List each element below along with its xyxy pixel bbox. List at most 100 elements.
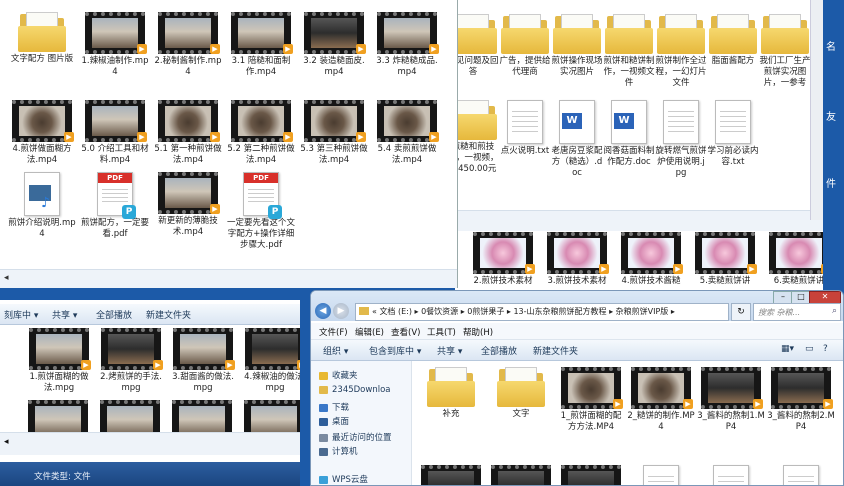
file-item[interactable]: ▶ bbox=[417, 465, 485, 485]
top-status-strip: ◂ bbox=[0, 269, 457, 288]
view-options-icon[interactable]: ▦▾ bbox=[781, 344, 794, 354]
file-item[interactable]: ▶ 3.甜面酱的做法.mpg bbox=[168, 328, 238, 394]
file-item[interactable]: ▶ 2.烤煎饼的手法.mpg bbox=[96, 328, 166, 394]
file-item[interactable]: ▶ 2.煎饼技术素材 bbox=[469, 232, 537, 287]
front-explorer-window[interactable]: – □ ✕ ◀ ▶ « 文档 (E:) ▸ 0餐饮资源 ▸ 0煎饼果子 ▸ 13… bbox=[310, 290, 844, 486]
menu-view[interactable]: 查看(V) bbox=[391, 326, 420, 338]
file-item[interactable]: 煎饼操作现场实况图片 bbox=[551, 14, 603, 78]
file-item[interactable]: ▶ 3.3 炸糙糙成品.mp4 bbox=[373, 12, 441, 78]
file-item[interactable] bbox=[627, 465, 695, 485]
nav-item[interactable]: 最近访问的位置 bbox=[319, 431, 392, 443]
file-name: 1.辣椒油制作.mp4 bbox=[81, 56, 149, 77]
file-item[interactable]: ▶ 5.1 第一种煎饼做法.mp4 bbox=[154, 100, 222, 166]
back-scrollbar[interactable] bbox=[810, 0, 823, 220]
nav-item[interactable]: 2345Downloa bbox=[319, 385, 391, 395]
menu-tools[interactable]: 工具(T) bbox=[427, 326, 456, 338]
file-item[interactable]: ▶ 5.4 卖煎煎饼做法.mp4 bbox=[373, 100, 441, 166]
file-item[interactable]: 点火说明.txt bbox=[499, 100, 551, 157]
menu-edit[interactable]: 编辑(E) bbox=[355, 326, 384, 338]
file-item[interactable]: 广告，提供给代理商 bbox=[499, 14, 551, 78]
search-placeholder: 搜索 杂粮... bbox=[758, 308, 801, 317]
nav-item[interactable]: 收藏夹 bbox=[319, 369, 358, 381]
file-item[interactable]: 煎糙和煎技术，一视频，一450.00元 bbox=[455, 100, 499, 175]
file-item[interactable] bbox=[767, 465, 835, 485]
file-item[interactable]: ▶ 3.2 装造糙面皮.mp4 bbox=[300, 12, 368, 78]
file-item[interactable]: ▶ 5.2 第二种煎饼做法.mp4 bbox=[227, 100, 295, 166]
toolbar-play-all[interactable]: 全部播放 bbox=[481, 344, 517, 357]
text-file-icon bbox=[783, 465, 819, 485]
back-status-strip bbox=[455, 210, 823, 231]
toolbar-include-library[interactable]: 包含到库中 ▾ bbox=[369, 344, 421, 357]
help-icon[interactable]: ? bbox=[823, 344, 828, 354]
text-file-icon bbox=[715, 100, 751, 144]
file-item[interactable]: ▶ 5.卖糙煎饼讲 bbox=[691, 232, 759, 287]
file-item[interactable]: ▶ 新更新的薄脆技术.mp4 bbox=[154, 172, 222, 238]
file-item[interactable]: 常见问题及回答 bbox=[455, 14, 499, 78]
file-item[interactable]: ▶ bbox=[487, 465, 555, 485]
file-item[interactable]: ▶ 2_糙饼的制作.MP4 bbox=[627, 367, 695, 433]
pdf-icon: PDF P bbox=[97, 172, 136, 219]
file-item[interactable]: ▶ 3.1 陪糙和面制作.mp4 bbox=[227, 12, 295, 78]
file-item[interactable]: 脂面酱配方 bbox=[707, 14, 759, 67]
file-item[interactable] bbox=[697, 465, 765, 485]
file-item[interactable]: 文字 bbox=[487, 367, 555, 420]
file-item[interactable]: 补充 bbox=[417, 367, 485, 420]
preview-pane-icon[interactable]: ▭ bbox=[805, 344, 814, 354]
file-item[interactable]: ▶ 3.煎饼技术素材 bbox=[543, 232, 611, 287]
nav-item[interactable]: 桌面 bbox=[319, 415, 349, 427]
file-item[interactable]: ▶ 1.煎饼面糊的做法.mpg bbox=[24, 328, 94, 394]
address-bar[interactable]: « 文档 (E:) ▸ 0餐饮资源 ▸ 0煎饼果子 ▸ 13-山东杂粮煎饼配方教… bbox=[355, 303, 729, 321]
nav-item[interactable]: 计算机 bbox=[319, 445, 358, 457]
back-explorer-window[interactable]: 常见问题及回答广告，提供给代理商煎饼操作现场实况图片煎饼和糙饼制作，一视频文件煎… bbox=[455, 0, 823, 290]
file-item[interactable]: ▶ 1.辣椒油制作.mp4 bbox=[81, 12, 149, 78]
file-item[interactable]: ▶ 5.0 介绍工具和材料.mp4 bbox=[81, 100, 149, 166]
file-item[interactable]: ▶ 1_煎饼面糊的配方方法.MP4 bbox=[557, 367, 625, 433]
file-item[interactable]: PDF P 煎饼配方，一定要看.pdf bbox=[81, 172, 149, 240]
toolbar-new-folder[interactable]: 新建文件夹 bbox=[533, 344, 578, 357]
menu-help[interactable]: 帮助(H) bbox=[463, 326, 493, 338]
menu-file[interactable]: 文件(F) bbox=[319, 326, 348, 338]
file-item[interactable]: 煎饼和糙饼制作，一视频文件 bbox=[603, 14, 655, 89]
toolbar-share[interactable]: 共享 ▾ bbox=[437, 344, 462, 357]
file-item[interactable]: ▶ 4.煎饼做面糊方法.mp4 bbox=[8, 100, 76, 166]
file-item[interactable]: ▶ 3_酱料的熬制2.MP4 bbox=[767, 367, 835, 433]
middle-toolbar-share[interactable]: 共享 ▾ bbox=[52, 308, 77, 321]
pdf-icon: PDF P bbox=[243, 172, 282, 219]
file-item[interactable]: ▶ 5.3 第三种煎饼做法.mp4 bbox=[300, 100, 368, 166]
middle-explorer-window[interactable]: 刻库中 ▾ 共享 ▾ 全部播放 新建文件夹 ▶ 1.煎饼面糊的做法.mpg ▶ 2.烤… bbox=[0, 300, 300, 486]
media-file-icon: ♪ bbox=[24, 172, 60, 216]
file-item[interactable]: 学习前必读内容.txt bbox=[707, 100, 759, 168]
file-item[interactable]: 文字配方 图片版 bbox=[8, 12, 76, 65]
nav-item[interactable]: WPS云盘 bbox=[319, 473, 368, 485]
file-item[interactable]: ▶ 3_酱料的熬制1.MP4 bbox=[697, 367, 765, 433]
folder-icon bbox=[455, 100, 499, 140]
video-thumbnail-icon: ▶ bbox=[561, 367, 623, 409]
word-doc-icon: W bbox=[559, 100, 595, 144]
file-item[interactable]: ▶4.辣椒油的做法.mpg bbox=[240, 328, 300, 394]
file-item[interactable]: ▶ 2.秘制酱制作.mp4 bbox=[154, 12, 222, 78]
file-item[interactable]: 旋转燃气煎饼炉使用说明.jpg bbox=[655, 100, 707, 179]
middle-toolbar-new-folder[interactable]: 新建文件夹 bbox=[146, 308, 191, 321]
back-button[interactable]: ◀ bbox=[315, 303, 331, 319]
refresh-button[interactable]: ↻ bbox=[731, 303, 751, 321]
search-box[interactable]: 搜索 杂粮... ⌕ bbox=[753, 303, 841, 321]
file-item[interactable]: ▶ 6.卖糙煎饼讲 bbox=[765, 232, 823, 287]
file-item[interactable]: W 老唐房豆浆配方（糙选）.doc bbox=[551, 100, 603, 179]
file-item[interactable]: 煎饼制作全过程，一幻灯片文件 bbox=[655, 14, 707, 89]
forward-button[interactable]: ▶ bbox=[333, 303, 349, 319]
file-name: 6.卖糙煎饼讲 bbox=[773, 276, 823, 286]
file-item[interactable]: ▶ bbox=[557, 465, 625, 485]
middle-toolbar-play-all[interactable]: 全部播放 bbox=[96, 308, 132, 321]
file-item[interactable]: PDF P 一定要先看这个文字配方+操作详细步骤大.pdf bbox=[227, 172, 295, 251]
nav-label: 2345Downloa bbox=[332, 385, 391, 395]
toolbar-organize[interactable]: 组织 ▾ bbox=[323, 344, 348, 357]
top-explorer-window[interactable]: 文字配方 图片版 ▶ 1.辣椒油制作.mp4 ▶ 2.秘制酱制作.mp4 ▶ 3.1 陪糙和… bbox=[0, 0, 458, 288]
file-item[interactable]: ▶ 4.煎饼技术酱糙 bbox=[617, 232, 685, 287]
middle-toolbar-burn[interactable]: 刻库中 ▾ bbox=[4, 308, 38, 321]
file-item[interactable]: 我们工厂生产煎饼实况图片，一参考 bbox=[759, 14, 811, 89]
file-name: 3.煎饼技术素材 bbox=[547, 276, 607, 286]
file-item[interactable]: W 阅香菇面料制作配方.doc bbox=[603, 100, 655, 168]
file-item[interactable]: ♪ 煎饼介绍说明.mp4 bbox=[8, 172, 76, 240]
file-name: 广告，提供给代理商 bbox=[499, 56, 551, 77]
nav-item[interactable]: 下载 bbox=[319, 401, 349, 413]
